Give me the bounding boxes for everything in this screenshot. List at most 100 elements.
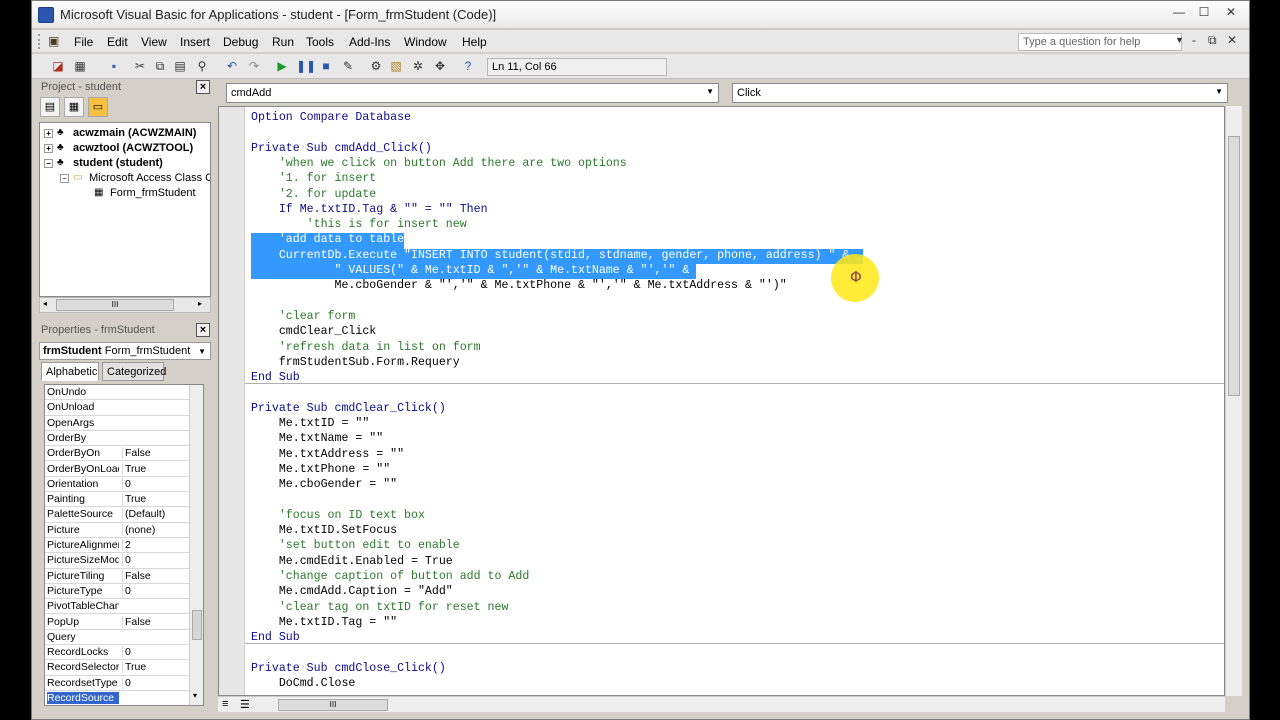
property-value[interactable]: 0 [122,477,188,490]
hscroll-thumb[interactable]: III [56,299,174,311]
project-tree-hscroll[interactable]: ◂ III ▸ [39,297,211,313]
run-icon[interactable]: ▶ [274,58,290,74]
redo-icon[interactable]: ↷ [246,58,262,74]
undo-icon[interactable]: ↶ [224,58,240,74]
chevron-down-icon[interactable]: ▼ [706,87,714,96]
view-code-icon[interactable]: ▤ [40,97,60,117]
expand-icon[interactable]: + [44,143,53,153]
property-value[interactable]: 2 [122,539,188,551]
menu-file[interactable]: File [74,35,93,49]
tab-categorized[interactable]: Categorized [102,362,166,381]
property-value[interactable]: 0 [122,554,188,567]
property-row[interactable]: PaletteSource (Default) [45,507,189,523]
property-row[interactable]: Orientation 0 [45,477,189,493]
property-value[interactable]: (none) [122,523,188,536]
property-row[interactable]: RecordSelectors True [45,660,189,676]
minimize-button[interactable]: — [1168,5,1190,23]
code-hscroll[interactable]: ≡ ☰ III [218,696,1225,712]
maximize-button[interactable]: ☐ [1193,5,1215,23]
property-row[interactable]: Query [45,630,189,646]
reset-icon[interactable]: ■ [318,58,334,74]
save-icon[interactable]: ▪ [106,58,122,74]
code-window-icon[interactable]: ▣ [48,34,64,48]
properties-window-icon[interactable]: ▧ [388,58,404,74]
paste-icon[interactable]: ▤ [172,58,188,74]
property-row[interactable]: OrderByOn False [45,446,189,462]
find-icon[interactable]: ⚲ [194,58,210,74]
property-row[interactable]: PictureType 0 [45,584,189,600]
close-project-pane-button[interactable]: × [196,80,210,94]
code-editor[interactable]: Option Compare Database Private Sub cmdAd… [218,106,1225,696]
property-row[interactable]: PictureAlignment 2 [45,538,189,554]
ask-question-input[interactable]: Type a question for help [1018,33,1182,51]
code-vscroll[interactable] [1225,106,1242,696]
property-row[interactable]: OrderBy [45,431,189,447]
chevron-down-icon[interactable]: ▼ [1215,87,1223,96]
close-properties-pane-button[interactable]: × [196,323,210,337]
property-value[interactable]: True [122,661,188,674]
property-row[interactable]: Painting True [45,492,189,508]
scroll-right-icon[interactable]: ▸ [198,299,202,308]
scroll-left-icon[interactable]: ◂ [43,299,47,308]
close-window-button[interactable]: ✕ [1220,5,1242,23]
property-value[interactable]: False [122,615,188,628]
vscroll-thumb[interactable] [1228,136,1240,396]
property-row[interactable]: OnUndo [45,385,189,401]
tab-alphabetic[interactable]: Alphabetic [41,362,99,381]
property-row[interactable]: PivotTableChange [45,599,189,615]
object-browser-icon[interactable]: ✲ [410,58,426,74]
menu-add-ins[interactable]: Add-Ins [349,35,390,49]
property-row[interactable]: PopUp False [45,615,189,630]
menu-run[interactable]: Run [272,35,294,49]
property-row[interactable]: PictureSizeMode 0 [45,553,189,569]
property-value[interactable]: 0 [122,646,188,659]
procedure-view-icon[interactable]: ≡ [222,698,228,710]
tree-node-acwzmain[interactable]: + ♣ acwzmain (ACWZMAIN) [44,127,196,139]
menu-tools[interactable]: Tools [306,35,334,49]
property-row[interactable]: PictureTiling False [45,569,189,584]
property-value[interactable]: True [122,493,188,506]
scroll-down-icon[interactable]: ▾ [193,691,197,700]
property-row[interactable]: RecordLocks 0 [45,645,189,661]
tree-node-student[interactable]: − ♣ student (student) [44,157,163,169]
menu-debug[interactable]: Debug [223,35,258,49]
property-value[interactable]: False [122,569,188,582]
hscroll-thumb[interactable]: III [278,699,388,711]
help-icon[interactable]: ? [460,58,476,74]
tree-node-acwztool[interactable]: + ♣ acwztool (ACWZTOOL) [44,142,193,154]
menu-edit[interactable]: Edit [107,35,128,49]
insert-module-icon[interactable]: ▦ [72,58,88,74]
project-explorer-icon[interactable]: ⚙ [368,58,384,74]
chevron-down-icon[interactable]: ▼ [1175,35,1184,45]
chevron-down-icon[interactable]: ▼ [198,347,206,356]
menu-view[interactable]: View [141,35,167,49]
tree-node-access-class-objects[interactable]: − ▭ Microsoft Access Class C [60,172,210,184]
properties-vscroll[interactable]: ▾ [189,385,203,705]
mdi-minimize-button[interactable]: ‑ [1192,33,1196,47]
toggle-folders-icon[interactable]: ▭ [88,97,108,117]
property-row[interactable]: RecordsetType 0 [45,676,189,691]
view-access-icon[interactable]: ◪ [50,58,66,74]
object-selector[interactable]: frmStudent Form_frmStudent ▼ [39,342,211,360]
menu-help[interactable]: Help [462,35,487,49]
cut-icon[interactable]: ✂ [132,58,148,74]
menu-insert[interactable]: Insert [180,35,210,49]
toolbox-icon[interactable]: ✥ [432,58,448,74]
property-row[interactable]: OrderByOnLoad True [45,462,189,477]
break-icon[interactable]: ❚❚ [296,58,316,74]
mdi-restore-button[interactable]: ⧉ [1208,33,1217,48]
property-row[interactable]: OnUnload [45,400,189,416]
property-row[interactable]: OpenArgs [45,416,189,431]
property-value[interactable]: 0 [122,676,188,689]
copy-icon[interactable]: ⧉ [152,58,168,74]
procedure-combo[interactable]: Click ▼ [732,83,1228,103]
full-module-view-icon[interactable]: ☰ [240,698,250,711]
collapse-icon[interactable]: − [60,173,69,183]
design-mode-icon[interactable]: ✎ [340,58,356,74]
tree-node-form-frmstudent[interactable]: ▦ Form_frmStudent [94,187,196,199]
property-row[interactable]: Picture (none) [45,523,189,538]
collapse-icon[interactable]: − [44,158,53,168]
property-value[interactable]: False [122,447,188,460]
property-value[interactable]: True [122,462,188,475]
mdi-close-button[interactable]: ✕ [1227,33,1237,47]
